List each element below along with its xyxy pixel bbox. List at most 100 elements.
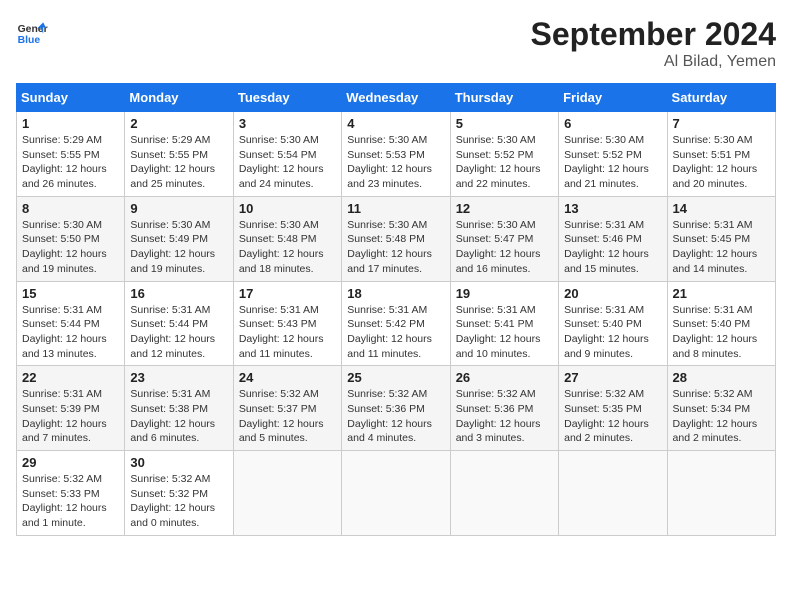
- calendar-cell: 21 Sunrise: 5:31 AM Sunset: 5:40 PM Dayli…: [667, 281, 775, 366]
- day-detail: Sunrise: 5:29 AM Sunset: 5:55 PM Dayligh…: [130, 133, 227, 192]
- calendar-cell: 24 Sunrise: 5:32 AM Sunset: 5:37 PM Dayli…: [233, 366, 341, 451]
- day-detail: Sunrise: 5:32 AM Sunset: 5:36 PM Dayligh…: [347, 387, 444, 446]
- day-number: 26: [456, 370, 553, 385]
- col-header-thursday: Thursday: [450, 84, 558, 112]
- calendar-week-1: 1 Sunrise: 5:29 AM Sunset: 5:55 PM Daylig…: [17, 112, 776, 197]
- calendar-cell: 30Sunrise: 5:32 AM Sunset: 5:32 PM Dayli…: [125, 451, 233, 536]
- page-header: General Blue September 2024 Al Bilad, Ye…: [16, 16, 776, 71]
- col-header-saturday: Saturday: [667, 84, 775, 112]
- day-number: 12: [456, 201, 553, 216]
- day-number: 2: [130, 116, 227, 131]
- day-detail: Sunrise: 5:31 AM Sunset: 5:43 PM Dayligh…: [239, 303, 336, 362]
- day-number: 27: [564, 370, 661, 385]
- day-number: 24: [239, 370, 336, 385]
- col-header-wednesday: Wednesday: [342, 84, 450, 112]
- day-number: 5: [456, 116, 553, 131]
- calendar-cell: 11 Sunrise: 5:30 AM Sunset: 5:48 PM Dayli…: [342, 196, 450, 281]
- calendar-cell: 4 Sunrise: 5:30 AM Sunset: 5:53 PM Daylig…: [342, 112, 450, 197]
- day-number: 18: [347, 286, 444, 301]
- day-number: 1: [22, 116, 119, 131]
- day-detail: Sunrise: 5:31 AM Sunset: 5:44 PM Dayligh…: [22, 303, 119, 362]
- calendar-week-4: 22 Sunrise: 5:31 AM Sunset: 5:39 PM Dayli…: [17, 366, 776, 451]
- calendar-cell: [667, 451, 775, 536]
- day-number: 28: [673, 370, 770, 385]
- day-number: 29: [22, 455, 119, 470]
- day-number: 9: [130, 201, 227, 216]
- calendar-week-3: 15 Sunrise: 5:31 AM Sunset: 5:44 PM Dayli…: [17, 281, 776, 366]
- location: Al Bilad, Yemen: [531, 53, 776, 71]
- day-number: 15: [22, 286, 119, 301]
- day-detail: Sunrise: 5:30 AM Sunset: 5:52 PM Dayligh…: [564, 133, 661, 192]
- calendar-table: SundayMondayTuesdayWednesdayThursdayFrid…: [16, 83, 776, 536]
- calendar-week-2: 8 Sunrise: 5:30 AM Sunset: 5:50 PM Daylig…: [17, 196, 776, 281]
- day-detail: Sunrise: 5:30 AM Sunset: 5:51 PM Dayligh…: [673, 133, 770, 192]
- day-detail: Sunrise: 5:30 AM Sunset: 5:48 PM Dayligh…: [239, 218, 336, 277]
- day-number: 23: [130, 370, 227, 385]
- day-detail: Sunrise: 5:30 AM Sunset: 5:52 PM Dayligh…: [456, 133, 553, 192]
- calendar-cell: 9 Sunrise: 5:30 AM Sunset: 5:49 PM Daylig…: [125, 196, 233, 281]
- day-number: 16: [130, 286, 227, 301]
- day-detail: Sunrise: 5:32 AM Sunset: 5:35 PM Dayligh…: [564, 387, 661, 446]
- day-number: 11: [347, 201, 444, 216]
- day-detail: Sunrise: 5:29 AM Sunset: 5:55 PM Dayligh…: [22, 133, 119, 192]
- calendar-cell: 16Sunrise: 5:31 AM Sunset: 5:44 PM Dayli…: [125, 281, 233, 366]
- day-detail: Sunrise: 5:31 AM Sunset: 5:46 PM Dayligh…: [564, 218, 661, 277]
- day-detail: Sunrise: 5:30 AM Sunset: 5:49 PM Dayligh…: [130, 218, 227, 277]
- calendar-cell: [450, 451, 558, 536]
- day-detail: Sunrise: 5:30 AM Sunset: 5:47 PM Dayligh…: [456, 218, 553, 277]
- day-number: 25: [347, 370, 444, 385]
- calendar-cell: 26 Sunrise: 5:32 AM Sunset: 5:36 PM Dayli…: [450, 366, 558, 451]
- calendar-cell: 6 Sunrise: 5:30 AM Sunset: 5:52 PM Daylig…: [559, 112, 667, 197]
- day-detail: Sunrise: 5:31 AM Sunset: 5:45 PM Dayligh…: [673, 218, 770, 277]
- day-number: 10: [239, 201, 336, 216]
- col-header-friday: Friday: [559, 84, 667, 112]
- day-number: 17: [239, 286, 336, 301]
- calendar-header-row: SundayMondayTuesdayWednesdayThursdayFrid…: [17, 84, 776, 112]
- calendar-cell: 27 Sunrise: 5:32 AM Sunset: 5:35 PM Dayli…: [559, 366, 667, 451]
- day-detail: Sunrise: 5:32 AM Sunset: 5:37 PM Dayligh…: [239, 387, 336, 446]
- day-number: 14: [673, 201, 770, 216]
- col-header-sunday: Sunday: [17, 84, 125, 112]
- logo: General Blue: [16, 16, 48, 48]
- day-number: 4: [347, 116, 444, 131]
- calendar-cell: 17 Sunrise: 5:31 AM Sunset: 5:43 PM Dayli…: [233, 281, 341, 366]
- day-detail: Sunrise: 5:32 AM Sunset: 5:36 PM Dayligh…: [456, 387, 553, 446]
- day-detail: Sunrise: 5:31 AM Sunset: 5:41 PM Dayligh…: [456, 303, 553, 362]
- day-number: 13: [564, 201, 661, 216]
- day-number: 21: [673, 286, 770, 301]
- day-detail: Sunrise: 5:30 AM Sunset: 5:50 PM Dayligh…: [22, 218, 119, 277]
- day-number: 19: [456, 286, 553, 301]
- calendar-cell: 13 Sunrise: 5:31 AM Sunset: 5:46 PM Dayli…: [559, 196, 667, 281]
- calendar-cell: 23 Sunrise: 5:31 AM Sunset: 5:38 PM Dayli…: [125, 366, 233, 451]
- calendar-cell: 1 Sunrise: 5:29 AM Sunset: 5:55 PM Daylig…: [17, 112, 125, 197]
- day-detail: Sunrise: 5:30 AM Sunset: 5:53 PM Dayligh…: [347, 133, 444, 192]
- day-detail: Sunrise: 5:31 AM Sunset: 5:39 PM Dayligh…: [22, 387, 119, 446]
- calendar-cell: 20Sunrise: 5:31 AM Sunset: 5:40 PM Dayli…: [559, 281, 667, 366]
- day-detail: Sunrise: 5:32 AM Sunset: 5:33 PM Dayligh…: [22, 472, 119, 531]
- day-detail: Sunrise: 5:31 AM Sunset: 5:40 PM Dayligh…: [673, 303, 770, 362]
- calendar-cell: 19 Sunrise: 5:31 AM Sunset: 5:41 PM Dayli…: [450, 281, 558, 366]
- calendar-cell: 14 Sunrise: 5:31 AM Sunset: 5:45 PM Dayli…: [667, 196, 775, 281]
- month-info: September 2024 Al Bilad, Yemen: [531, 16, 776, 71]
- day-number: 22: [22, 370, 119, 385]
- day-detail: Sunrise: 5:31 AM Sunset: 5:40 PM Dayligh…: [564, 303, 661, 362]
- day-detail: Sunrise: 5:31 AM Sunset: 5:42 PM Dayligh…: [347, 303, 444, 362]
- day-number: 30: [130, 455, 227, 470]
- day-detail: Sunrise: 5:30 AM Sunset: 5:54 PM Dayligh…: [239, 133, 336, 192]
- day-number: 8: [22, 201, 119, 216]
- day-detail: Sunrise: 5:32 AM Sunset: 5:34 PM Dayligh…: [673, 387, 770, 446]
- day-number: 7: [673, 116, 770, 131]
- calendar-cell: 29 Sunrise: 5:32 AM Sunset: 5:33 PM Dayli…: [17, 451, 125, 536]
- calendar-cell: [559, 451, 667, 536]
- calendar-cell: [233, 451, 341, 536]
- day-detail: Sunrise: 5:31 AM Sunset: 5:38 PM Dayligh…: [130, 387, 227, 446]
- calendar-cell: 15 Sunrise: 5:31 AM Sunset: 5:44 PM Dayli…: [17, 281, 125, 366]
- logo-icon: General Blue: [16, 16, 48, 48]
- day-detail: Sunrise: 5:30 AM Sunset: 5:48 PM Dayligh…: [347, 218, 444, 277]
- calendar-cell: 12 Sunrise: 5:30 AM Sunset: 5:47 PM Dayli…: [450, 196, 558, 281]
- calendar-cell: 22 Sunrise: 5:31 AM Sunset: 5:39 PM Dayli…: [17, 366, 125, 451]
- day-number: 6: [564, 116, 661, 131]
- calendar-cell: 28 Sunrise: 5:32 AM Sunset: 5:34 PM Dayli…: [667, 366, 775, 451]
- calendar-week-5: 29 Sunrise: 5:32 AM Sunset: 5:33 PM Dayli…: [17, 451, 776, 536]
- calendar-cell: 5 Sunrise: 5:30 AM Sunset: 5:52 PM Daylig…: [450, 112, 558, 197]
